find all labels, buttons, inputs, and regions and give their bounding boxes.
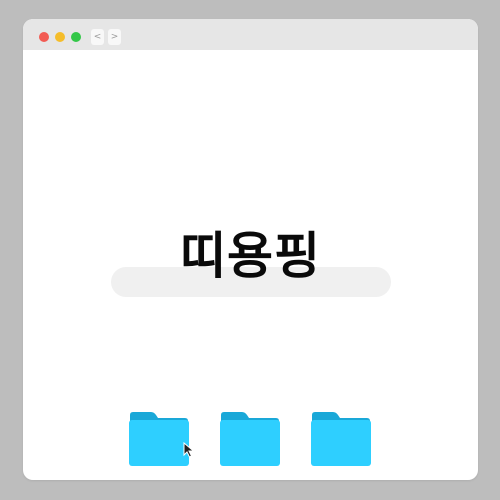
forward-button[interactable]: > (108, 29, 121, 45)
close-window-button[interactable] (39, 32, 49, 42)
mouse-pointer-icon (183, 442, 195, 458)
browser-window: < > 띠용핑 (23, 19, 478, 480)
folder-icon (311, 412, 371, 466)
folder-icon (220, 412, 280, 466)
folder-3[interactable] (311, 411, 371, 466)
zoom-window-button[interactable] (71, 32, 81, 42)
title-bar: < > (23, 19, 478, 50)
page-title: 띠용핑 (180, 227, 321, 285)
minimize-window-button[interactable] (55, 32, 65, 42)
folder-2[interactable] (220, 411, 280, 466)
back-button[interactable]: < (91, 29, 104, 45)
folder-icon (129, 412, 189, 466)
folder-1[interactable] (129, 411, 189, 466)
